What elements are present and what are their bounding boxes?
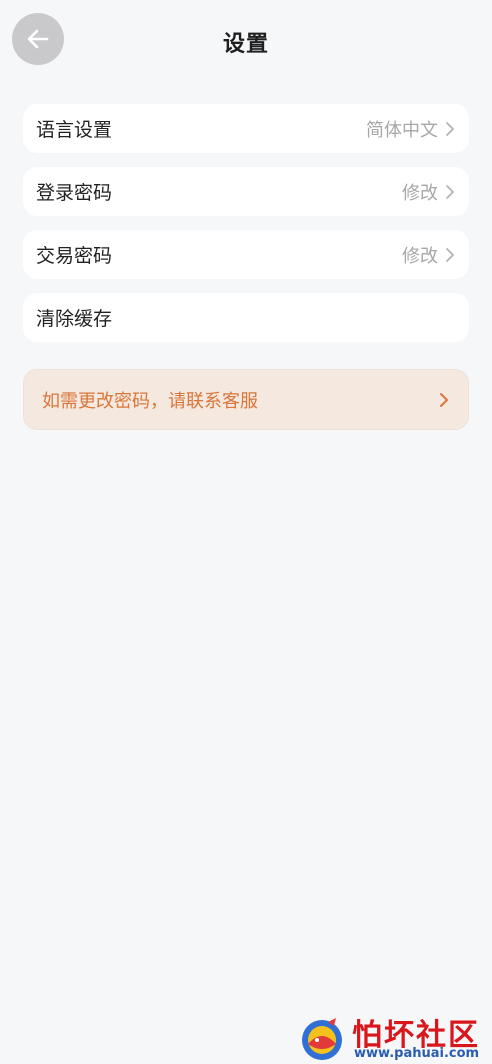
page-title: 设置: [222, 32, 269, 57]
settings-item-login-password[interactable]: 登录密码 修改: [23, 167, 469, 216]
watermark-url: www.pahuai.com: [354, 1046, 480, 1061]
settings-item-trade-password[interactable]: 交易密码 修改: [23, 230, 469, 279]
settings-item-value-wrap: 修改: [402, 242, 456, 268]
notice-text: 如需更改密码，请联系客服: [42, 390, 258, 412]
settings-item-label: 交易密码: [36, 245, 113, 267]
settings-item-clear-cache[interactable]: 清除缓存: [23, 293, 469, 342]
watermark: 怕坏社区 www.pahuai.com: [296, 1010, 492, 1064]
settings-list: 语言设置 简体中文 登录密码 修改 交易密码 修改 清除缓存: [23, 104, 469, 356]
chevron-right-icon: [440, 392, 448, 407]
chevron-right-icon: [446, 184, 454, 199]
contact-support-banner[interactable]: 如需更改密码，请联系客服: [23, 369, 469, 430]
chevron-right-icon: [446, 247, 454, 262]
settings-item-language[interactable]: 语言设置 简体中文: [23, 104, 469, 153]
settings-item-value: 修改: [402, 245, 438, 267]
settings-item-value-wrap: 简体中文: [366, 116, 456, 142]
settings-item-label: 清除缓存: [36, 308, 113, 330]
settings-item-value: 简体中文: [366, 119, 438, 141]
chevron-right-icon: [446, 121, 454, 136]
settings-item-label: 语言设置: [36, 119, 113, 141]
header: 设置: [0, 0, 492, 84]
settings-item-value: 修改: [402, 182, 438, 204]
settings-item-value-wrap: 修改: [402, 179, 456, 205]
settings-item-label: 登录密码: [36, 182, 113, 204]
watermark-logo-icon: [302, 1018, 342, 1060]
